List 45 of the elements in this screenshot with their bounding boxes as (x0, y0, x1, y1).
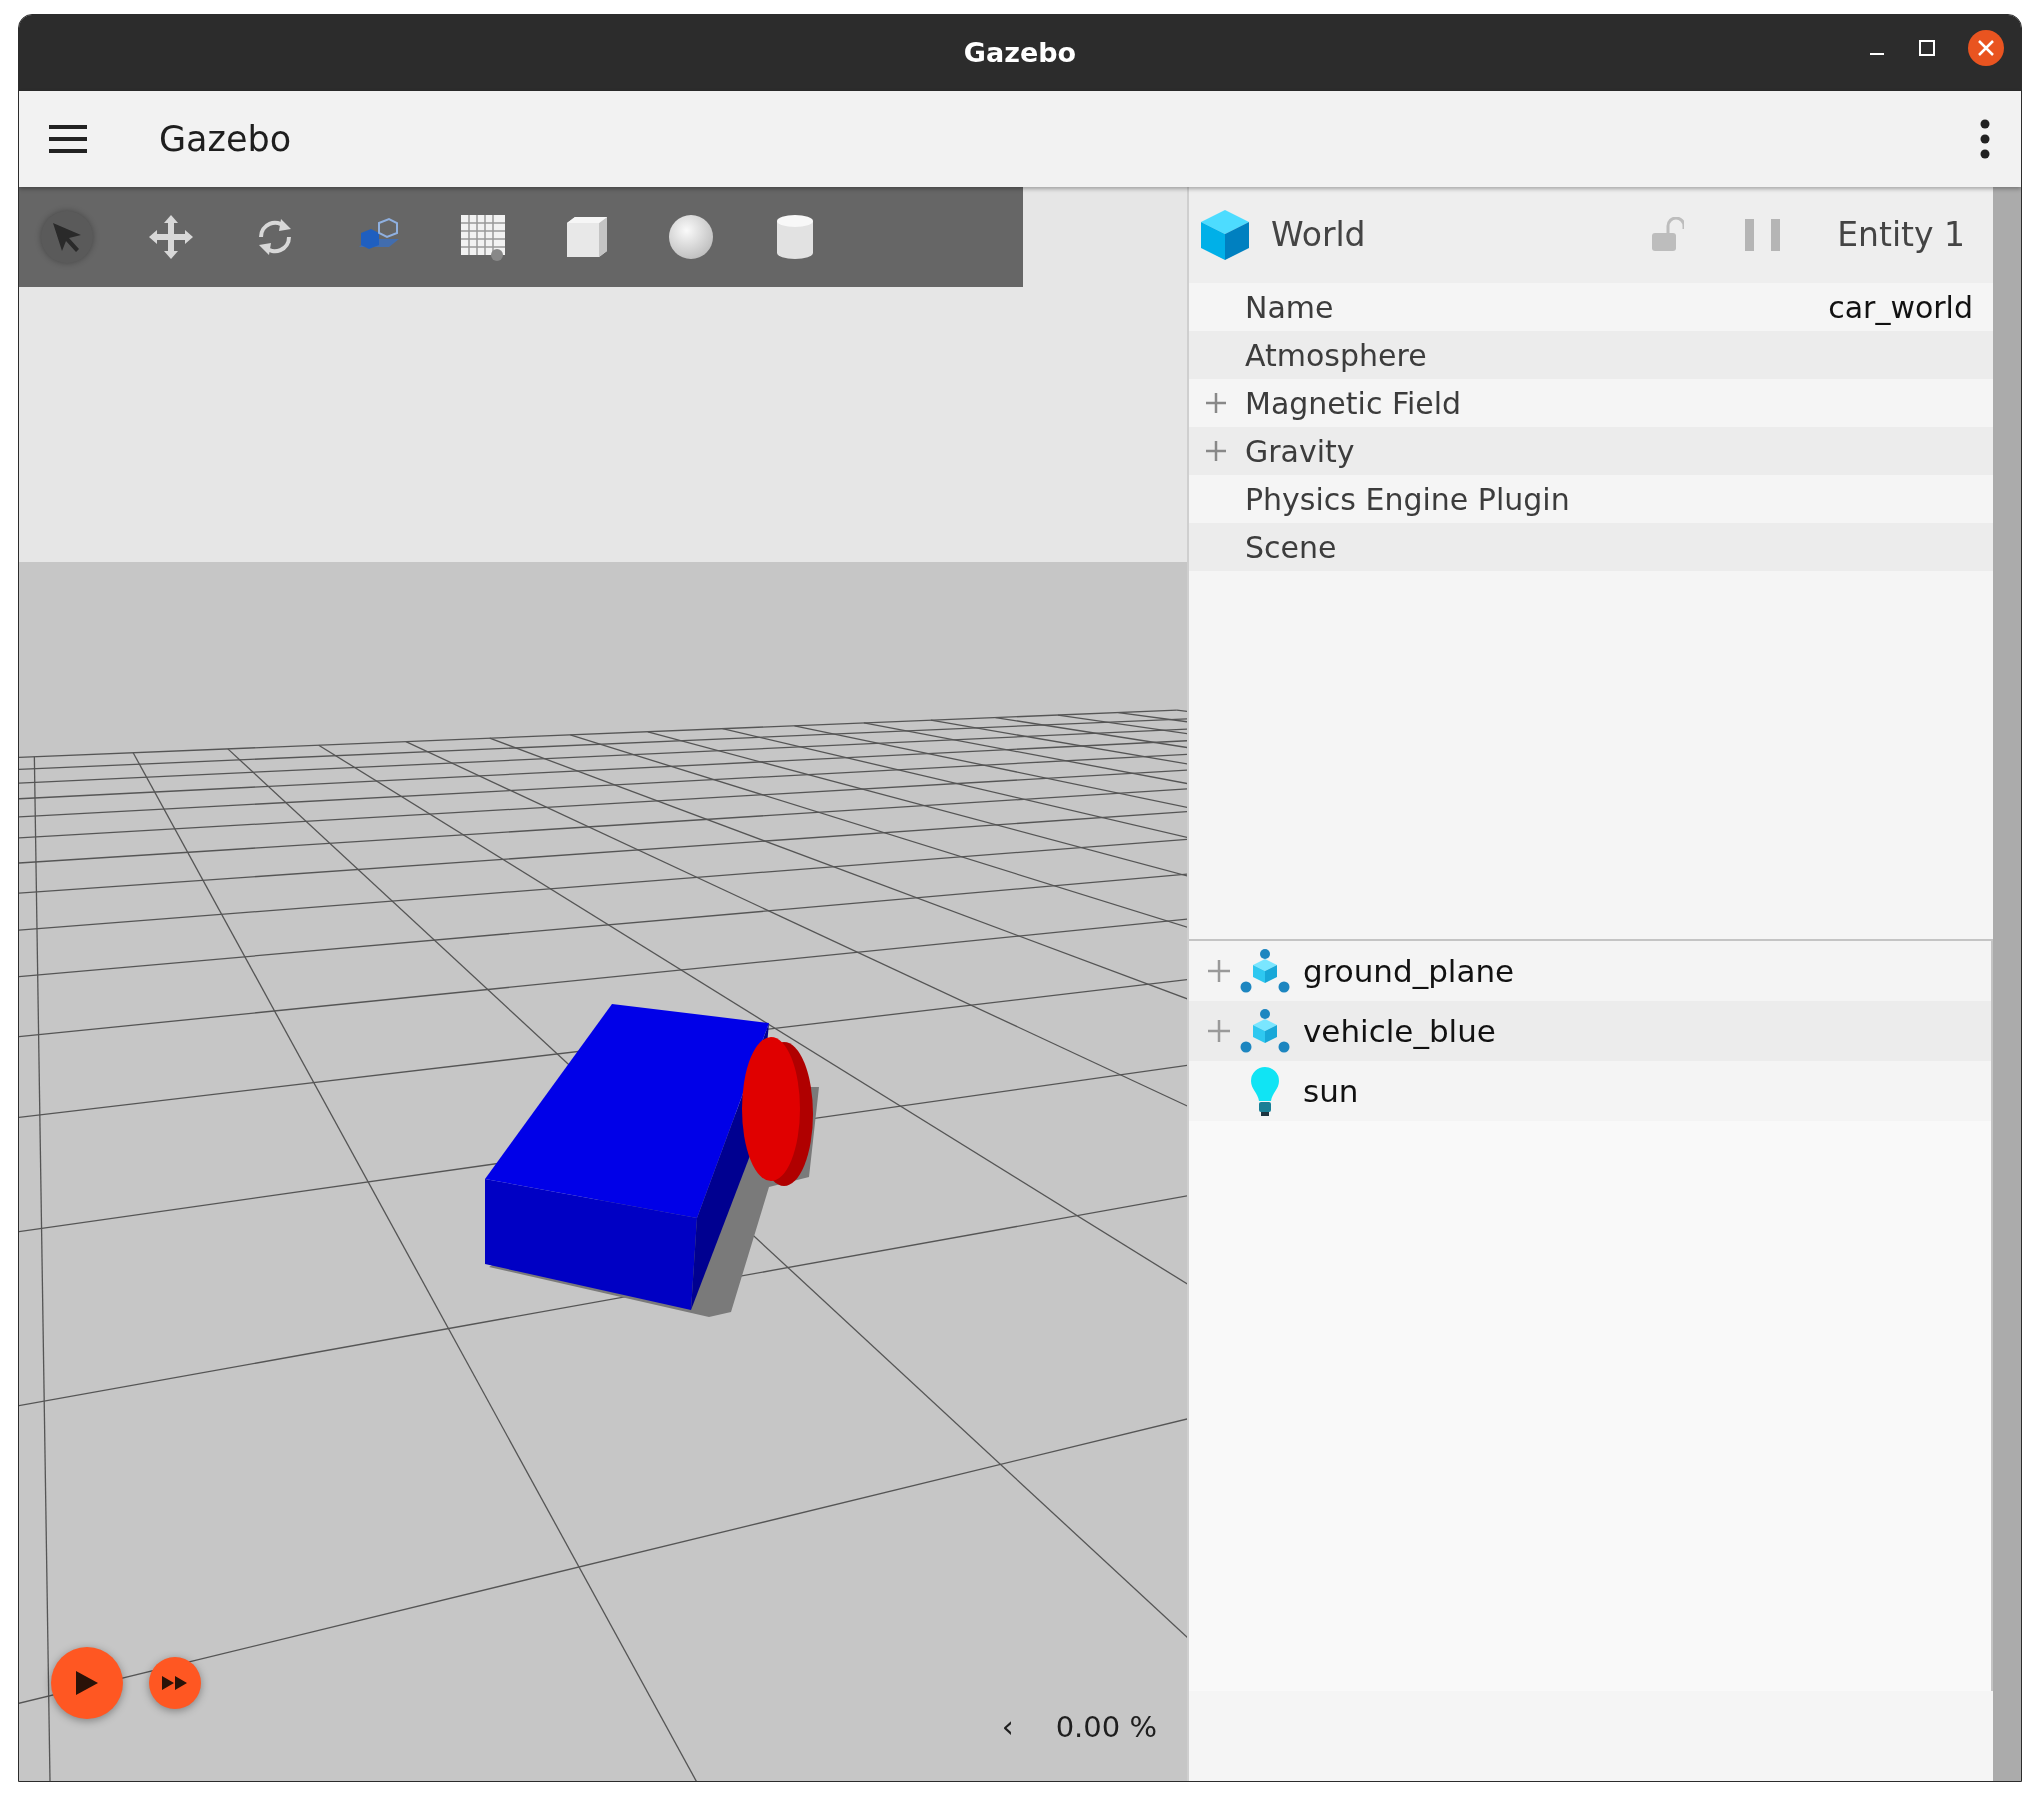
sphere-icon (667, 213, 715, 261)
tree-item[interactable]: sun (1189, 1061, 1991, 1121)
entity-type-label: World (1271, 214, 1366, 257)
expand-plus-icon[interactable] (1205, 392, 1227, 414)
entity-name: sun (1303, 1071, 1359, 1111)
model-icon (1240, 1009, 1290, 1053)
3d-viewport[interactable]: ‹ 0.00 % (19, 187, 1187, 1781)
tree-item[interactable]: vehicle_blue (1189, 1001, 1991, 1061)
more-options-icon[interactable] (1979, 119, 1991, 159)
move-arrows-icon (147, 213, 195, 261)
window-title: Gazebo (963, 35, 1077, 70)
property-label: Physics Engine Plugin (1245, 480, 1570, 519)
toolbar-button[interactable] (41, 211, 93, 263)
property-row[interactable]: Gravity (1189, 427, 1993, 475)
property-row[interactable]: Scene (1189, 523, 1993, 571)
property-label: Magnetic Field (1245, 384, 1462, 423)
entity-id-label: Entity 1 (1837, 214, 1965, 257)
close-icon[interactable] (1967, 29, 2005, 67)
step-button[interactable] (149, 1657, 201, 1709)
play-icon (76, 1671, 98, 1695)
entity-name: vehicle_blue (1303, 1011, 1496, 1051)
property-row[interactable]: Atmosphere (1189, 331, 1993, 379)
model-icon (1240, 949, 1290, 993)
app-title: Gazebo (159, 117, 292, 161)
scrollbar[interactable] (1993, 187, 2021, 1781)
tree-item[interactable]: ground_plane (1189, 941, 1991, 1001)
entity-name: ground_plane (1303, 951, 1515, 991)
unlocked-padlock-icon (1650, 217, 1685, 253)
play-button[interactable] (51, 1647, 123, 1719)
property-label: Name (1245, 288, 1334, 327)
property-label: Atmosphere (1245, 336, 1427, 375)
cylinder-icon (775, 213, 815, 261)
cube-icon (1199, 208, 1251, 262)
fast-forward-icon (162, 1676, 188, 1690)
maximize-icon[interactable] (1917, 38, 1937, 58)
real-time-factor: 0.00 % (1055, 1708, 1157, 1746)
grid-icon (459, 213, 507, 261)
collapse-stats-button[interactable]: ‹ (1001, 1712, 1014, 1743)
menu-icon[interactable] (49, 124, 87, 154)
expand-plus-icon[interactable] (1205, 440, 1227, 462)
expand-plus-icon[interactable] (1207, 959, 1231, 983)
property-label: Scene (1245, 528, 1337, 567)
property-label: Gravity (1245, 432, 1355, 471)
property-value: car_world (1828, 288, 1973, 327)
light-bulb-icon (1249, 1065, 1281, 1117)
